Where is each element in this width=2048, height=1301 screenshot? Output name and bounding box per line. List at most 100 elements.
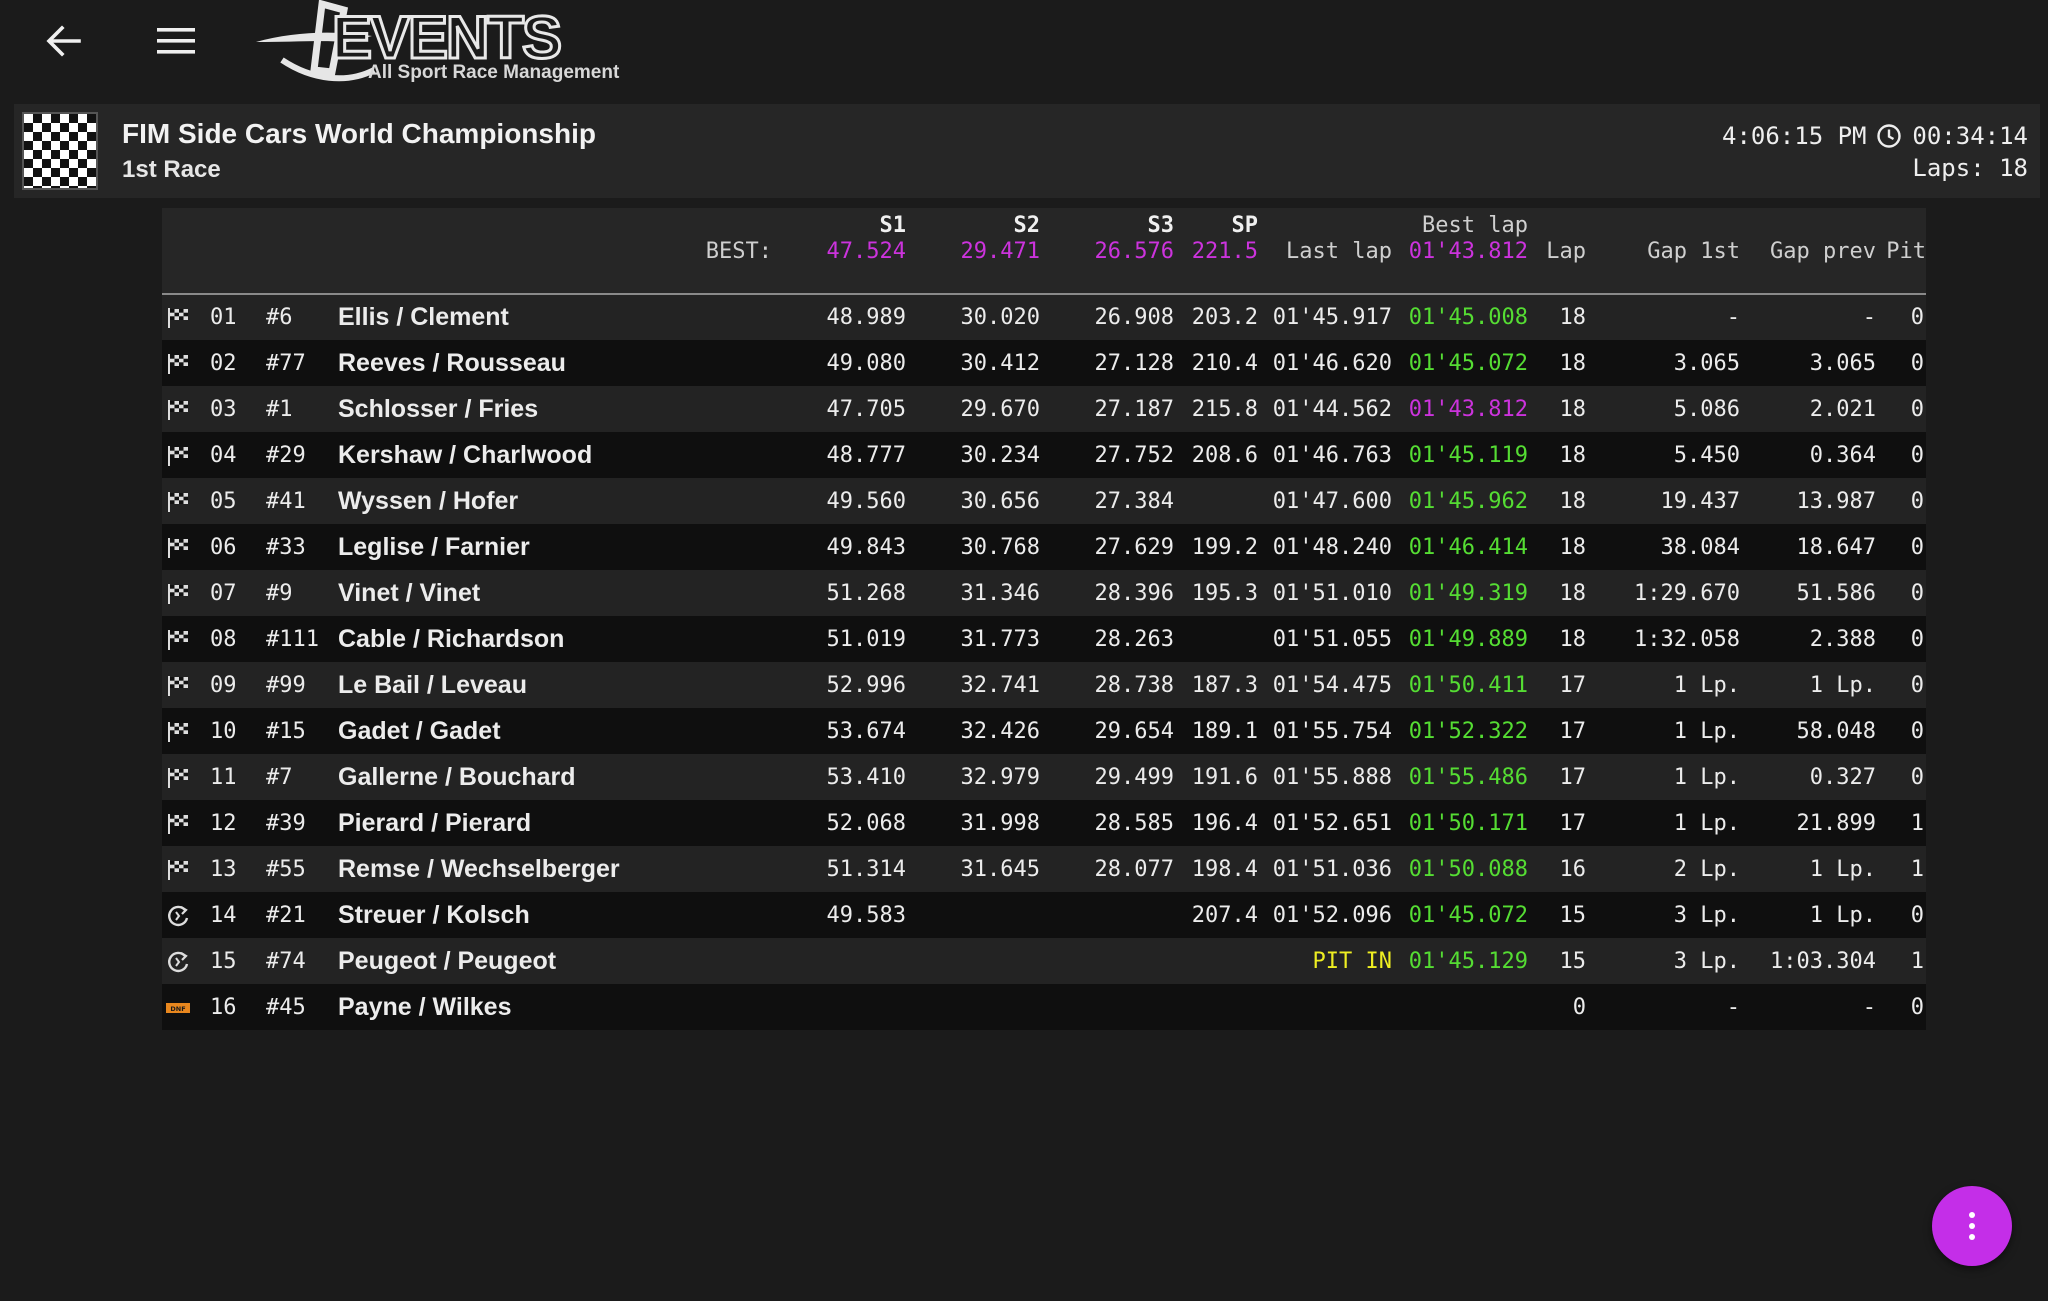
speed-cell: 195.3 [1191, 580, 1258, 606]
table-row[interactable]: 15 #74 Peugeot / Peugeot PIT IN 01'45.129 15 3… [162, 938, 1926, 984]
checkered-flag-icon [168, 767, 188, 788]
table-row[interactable]: 01 #6 Ellis / Clement 48.989 30.020 26.908 203… [162, 294, 1926, 340]
rider-names-cell: Wyssen / Hofer [338, 486, 519, 515]
rider-names-cell: Schlosser / Fries [338, 394, 539, 423]
app-bar: EVENTS All Sport Race Management [0, 0, 2048, 100]
rider-names-cell: Kershaw / Charlwood [338, 440, 593, 469]
table-row[interactable]: 08 #111 Cable / Richardson 51.019 31.773 28.2… [162, 616, 1926, 662]
back-button[interactable] [38, 16, 88, 66]
last-lap-cell: 01'55.754 [1272, 718, 1392, 744]
rider-names-cell: Pierard / Pierard [338, 808, 532, 837]
position-cell: 14 [210, 902, 237, 928]
s2-cell: 29.670 [960, 396, 1040, 422]
pit-count-cell: 0 [1910, 994, 1924, 1020]
table-row[interactable]: 04 #29 Kershaw / Charlwood 48.777 30.234 27.7… [162, 432, 1926, 478]
s2-cell: 32.741 [960, 672, 1040, 698]
lap-count-cell: 18 [1559, 350, 1587, 376]
race-header: FIM Side Cars World Championship 1st Rac… [14, 104, 2040, 198]
s2-cell: 31.346 [960, 580, 1040, 606]
table-row[interactable]: 12 #39 Pierard / Pierard 52.068 31.998 28.585… [162, 800, 1926, 846]
checkered-flag-icon [168, 721, 188, 742]
table-row[interactable]: DNF 16 #45 Payne / Wilkes 0 - - 0 [162, 984, 1926, 1030]
bike-number-cell: #1 [266, 396, 293, 422]
table-row[interactable]: 06 #33 Leglise / Farnier 49.843 30.768 27.629… [162, 524, 1926, 570]
best-lap-cell: 01'55.486 [1408, 764, 1528, 790]
table-row[interactable]: 10 #15 Gadet / Gadet 53.674 32.426 29.654 189.… [162, 708, 1926, 754]
lap-count-cell: 0 [1572, 994, 1586, 1020]
more-options-button[interactable] [1932, 1186, 2012, 1266]
gap-first-cell: - [1726, 994, 1740, 1020]
pit-count-cell: 0 [1910, 718, 1924, 744]
status-cell [162, 754, 202, 800]
position-cell: 15 [210, 948, 237, 974]
menu-button[interactable] [150, 16, 202, 66]
race-subtitle: 1st Race [122, 156, 221, 183]
s2-label: S2 [1013, 213, 1041, 238]
best-lap-cell: 01'50.411 [1408, 672, 1528, 698]
table-row[interactable]: 05 #41 Wyssen / Hofer 49.560 30.656 27.384 01'… [162, 478, 1926, 524]
table-row[interactable]: 14 #21 Streuer / Kolsch 49.583 207.4 01'52.09… [162, 892, 1926, 938]
last-lap-cell: 01'51.010 [1272, 580, 1392, 606]
position-cell: 10 [210, 718, 237, 744]
speed-cell: 208.6 [1191, 442, 1258, 468]
speed-cell [1174, 616, 1258, 662]
speed-cell: 198.4 [1191, 856, 1258, 882]
header-gap-prev: Gap prev [1740, 208, 1876, 294]
s1-cell: 51.019 [826, 626, 906, 652]
s1-cell: 49.080 [826, 350, 906, 376]
svg-text:DNF: DNF [170, 1005, 185, 1013]
position-cell: 09 [210, 672, 237, 698]
position-cell: 13 [210, 856, 237, 882]
rider-names-cell: Cable / Richardson [338, 624, 565, 653]
clock-icon [1877, 124, 1902, 148]
gap-prev-cell: - [1862, 994, 1876, 1020]
best-lap-label: Best lap [1422, 213, 1528, 238]
status-cell [162, 386, 202, 432]
gap-first-cell: 38.084 [1660, 534, 1740, 560]
running-lap-icon [168, 951, 189, 972]
gap-first-cell: 2 Lp. [1673, 856, 1740, 882]
sp-label: SP [1231, 213, 1259, 238]
speed-cell [1174, 478, 1258, 524]
pit-count-cell: 0 [1910, 672, 1924, 698]
table-row[interactable]: 03 #1 Schlosser / Fries 47.705 29.670 27.187 2… [162, 386, 1926, 432]
status-cell [162, 478, 202, 524]
elapsed-value: 00:34:14 [1912, 122, 2028, 150]
lap-count-cell: 18 [1559, 396, 1587, 422]
last-lap-cell: 01'48.240 [1272, 534, 1392, 560]
bike-number-cell: #111 [266, 626, 319, 652]
gap-prev-cell: - [1862, 305, 1876, 330]
pit-count-cell: 0 [1910, 764, 1924, 790]
speed-cell: 187.3 [1191, 672, 1258, 698]
table-row[interactable]: 13 #55 Remse / Wechselberger 51.314 31.645 28… [162, 846, 1926, 892]
position-cell: 02 [210, 350, 237, 376]
s3-cell: 27.629 [1094, 534, 1174, 560]
lap-count-cell: 18 [1559, 305, 1587, 330]
table-row[interactable]: 02 #77 Reeves / Rousseau 49.080 30.412 27.128… [162, 340, 1926, 386]
bike-number-cell: #74 [266, 948, 306, 974]
position-cell: 06 [210, 534, 237, 560]
s2-cell: 31.645 [960, 856, 1040, 882]
table-row[interactable]: 09 #99 Le Bail / Leveau 52.996 32.741 28.738 1… [162, 662, 1926, 708]
s1-cell [772, 984, 906, 1030]
speed-cell: 199.2 [1191, 534, 1258, 560]
table-row[interactable]: 11 #7 Gallerne / Bouchard 53.410 32.979 29.49… [162, 754, 1926, 800]
checkered-flag-icon [168, 445, 188, 466]
lap-label: Lap [1546, 239, 1586, 264]
pit-count-cell: 0 [1910, 488, 1924, 514]
pit-count-cell: 1 [1910, 948, 1924, 974]
header-best-label: BEST: [334, 208, 772, 294]
gap-first-cell: - [1726, 305, 1740, 330]
checkered-flag-icon [168, 491, 188, 512]
header-s2: S2 29.471 [906, 208, 1040, 294]
best-lap-cell: 01'43.812 [1408, 396, 1528, 422]
last-lap-cell: 01'55.888 [1272, 764, 1392, 790]
s1-cell: 49.843 [826, 534, 906, 560]
rider-names-cell: Ellis / Clement [338, 303, 509, 331]
s1-cell: 51.314 [826, 856, 906, 882]
pit-count-cell: 1 [1910, 856, 1924, 882]
s3-cell: 28.396 [1094, 580, 1174, 606]
table-row[interactable]: 07 #9 Vinet / Vinet 51.268 31.346 28.396 195.3… [162, 570, 1926, 616]
gap-prev-cell: 51.586 [1796, 580, 1876, 606]
bike-number-cell: #15 [266, 718, 306, 744]
